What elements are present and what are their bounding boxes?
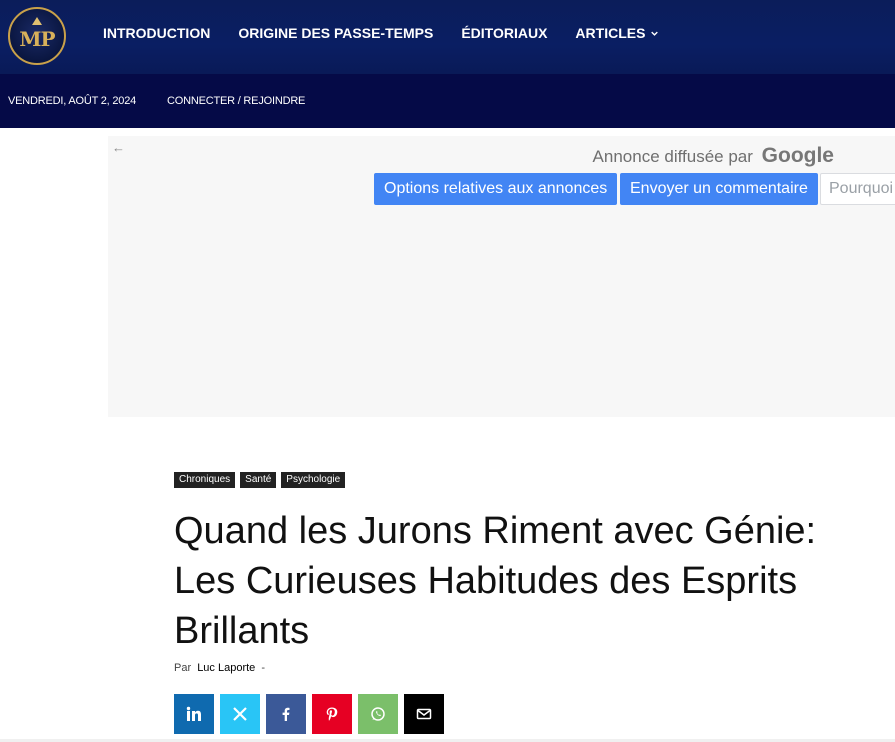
top-bar: VENDREDI, AOÛT 2, 2024 CONNECTER / REJOI…	[0, 74, 895, 128]
main-menu: INTRODUCTION ORIGINE DES PASSE-TEMPS ÉDI…	[103, 25, 686, 41]
whatsapp-icon	[371, 707, 385, 721]
share-linkedin-button[interactable]	[174, 694, 214, 734]
email-icon	[416, 708, 432, 720]
back-arrow-icon[interactable]: ←	[112, 140, 125, 155]
site-logo[interactable]: MP	[8, 7, 66, 65]
nav-item-origine[interactable]: ORIGINE DES PASSE-TEMPS	[238, 25, 433, 41]
nav-item-label: ORIGINE DES PASSE-TEMPS	[238, 25, 434, 41]
ad-served-label: Annonce diffusée par	[592, 147, 753, 166]
x-icon	[233, 707, 247, 721]
tag-psychologie[interactable]: Psychologie	[281, 472, 346, 488]
top-navigation: MP INTRODUCTION ORIGINE DES PASSE-TEMPS …	[0, 0, 895, 74]
nav-item-editoriaux[interactable]: ÉDITORIAUX	[461, 25, 547, 41]
byline-prefix: Par	[174, 662, 192, 674]
login-link[interactable]: CONNECTER / REJOINDRE	[167, 95, 305, 107]
author-link[interactable]: Luc Laporte	[197, 662, 255, 674]
share-facebook-button[interactable]	[266, 694, 306, 734]
linkedin-icon	[186, 706, 201, 721]
facebook-icon	[282, 707, 290, 721]
nav-item-introduction[interactable]: INTRODUCTION	[103, 25, 210, 41]
tag-sante[interactable]: Santé	[240, 472, 277, 488]
ad-attribution: Annonce diffusée par Google	[593, 144, 834, 168]
category-tags: Chroniques Santé Psychologie	[174, 472, 350, 488]
nav-item-label: ARTICLES	[575, 25, 646, 41]
share-whatsapp-button[interactable]	[358, 694, 398, 734]
logo-gem-icon	[32, 17, 42, 25]
nav-item-label: ÉDITORIAUX	[461, 25, 548, 41]
pinterest-icon	[326, 707, 338, 721]
ad-feedback-button[interactable]: Envoyer un commentaire	[620, 173, 818, 205]
share-email-button[interactable]	[404, 694, 444, 734]
ad-why-button[interactable]: Pourquoi	[820, 173, 895, 205]
byline-dash: -	[261, 662, 266, 674]
ad-options-button[interactable]: Options relatives aux annonces	[374, 173, 618, 205]
current-date: VENDREDI, AOÛT 2, 2024	[8, 95, 137, 107]
share-buttons	[174, 694, 450, 734]
nav-item-label: INTRODUCTION	[103, 25, 211, 41]
tag-chroniques[interactable]: Chroniques	[174, 472, 236, 488]
nav-item-articles[interactable]: ARTICLES	[575, 25, 659, 41]
chevron-down-icon	[651, 31, 659, 36]
article-title: Quand les Jurons Riment avec Génie: Les …	[174, 510, 817, 652]
google-logo: Google	[761, 144, 834, 167]
logo-text: MP	[19, 27, 55, 51]
ad-container: ← Annonce diffusée par Google Options re…	[108, 136, 895, 417]
byline: Par Luc Laporte -	[174, 662, 265, 674]
share-pinterest-button[interactable]	[312, 694, 352, 734]
share-x-button[interactable]	[220, 694, 260, 734]
